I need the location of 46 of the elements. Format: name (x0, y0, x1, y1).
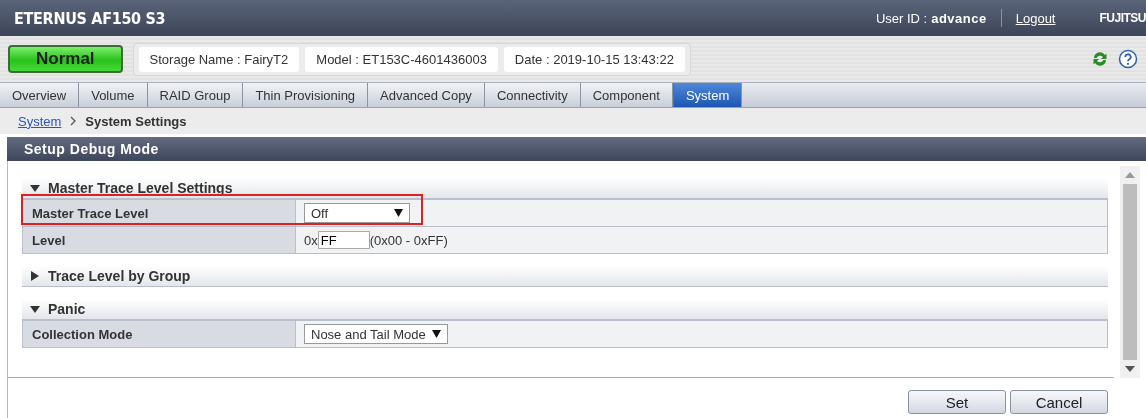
nav-tab[interactable]: Volume (79, 83, 148, 107)
product-title: ETERNUS AF150 S3 (14, 8, 166, 28)
info-field: Model : ET153C-4601436003 (305, 46, 498, 72)
breadcrumb-link[interactable]: System (18, 113, 62, 129)
dropdown[interactable]: Off (304, 203, 410, 223)
nav-tab[interactable]: Component (580, 83, 673, 107)
field-label: Level (23, 227, 296, 253)
breadcrumb-current: System Settings (85, 113, 187, 129)
hex-prefix: 0x (304, 232, 318, 248)
action-button[interactable]: Set (908, 390, 1006, 414)
nav-tab[interactable]: Overview (0, 83, 80, 107)
expand-triangle-icon (30, 271, 40, 281)
caret-icon (394, 209, 403, 217)
nav-tab[interactable]: RAID Group (147, 83, 244, 107)
dropdown[interactable]: Nose and Tail Mode (304, 324, 448, 344)
section-header[interactable]: Master Trace Level Settings (22, 178, 1108, 199)
scroll-up-icon[interactable] (1125, 172, 1135, 178)
panel-title: Setup Debug Mode (7, 137, 1146, 161)
status-badge: Normal (8, 45, 123, 73)
info-field: Storage Name : FairyT2 (138, 46, 300, 72)
action-button[interactable]: Cancel (1010, 390, 1108, 414)
scrollbar[interactable] (1120, 166, 1140, 378)
collapse-triangle-icon (30, 183, 40, 193)
section-header[interactable]: Trace Level by Group (22, 266, 1108, 287)
nav-tab[interactable]: Thin Provisioning (243, 83, 369, 107)
info-field: Date : 2019-10-15 13:43:22 (503, 46, 685, 72)
input-field[interactable]: FF (317, 231, 370, 249)
section-header[interactable]: Panic (22, 299, 1108, 320)
nav-tab[interactable]: Connectivity (484, 83, 581, 107)
field-label: Master Trace Level (23, 200, 296, 226)
user-id-label: User ID : (875, 10, 928, 26)
logout-link[interactable]: Logout (1015, 10, 1056, 26)
nav-tab[interactable]: System (672, 83, 743, 107)
user-name: advance (931, 10, 987, 26)
field-label: Collection Mode (23, 321, 296, 347)
scroll-down-icon[interactable] (1125, 366, 1135, 372)
range-hint: (0x00 - 0xFF) (369, 232, 448, 248)
section-title: Panic (48, 301, 86, 317)
chevron-icon (69, 116, 78, 126)
nav-tab[interactable]: Advanced Copy (368, 83, 485, 107)
section-title: Master Trace Level Settings (48, 180, 233, 196)
section-title: Trace Level by Group (48, 268, 191, 284)
brand-logo: FUJITSU (1099, 11, 1146, 25)
help-icon[interactable] (1118, 49, 1138, 69)
caret-icon (431, 330, 441, 338)
collapse-triangle-icon (30, 304, 40, 314)
